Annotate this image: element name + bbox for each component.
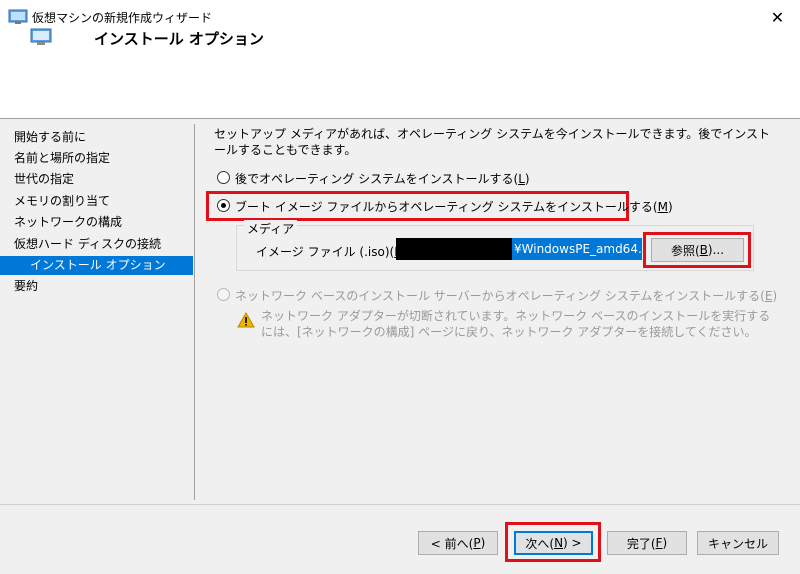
back-button[interactable]: < 前へ(P)	[418, 531, 498, 555]
nav-divider	[194, 124, 195, 500]
radio-install-from-network[interactable]	[217, 288, 230, 301]
nav-item-virtual-hard-disk[interactable]: 仮想ハード ディスクの接続	[0, 235, 193, 254]
next-button[interactable]: 次へ(N) >	[514, 531, 593, 555]
browse-button[interactable]: 参照(B)...	[651, 238, 744, 262]
window-title: 仮想マシンの新規作成ウィザード	[32, 11, 213, 25]
image-file-path-input[interactable]: ¥WindowsPE_amd64.iso	[396, 238, 642, 260]
vm-window-icon	[8, 9, 28, 24]
option-install-later-label[interactable]: 後でオペレーティング システムをインストールする(L)	[235, 170, 530, 187]
redacted-path-segment	[396, 238, 512, 260]
radio-install-later[interactable]	[217, 171, 230, 184]
finish-button[interactable]: 完了(F)	[607, 531, 687, 555]
nav-item-memory[interactable]: メモリの割り当て	[0, 192, 193, 211]
radio-install-from-bootimage[interactable]	[217, 199, 230, 212]
nav-item-generation[interactable]: 世代の指定	[0, 170, 193, 189]
media-legend: メディア	[244, 220, 298, 237]
wizard-steps-nav: 開始する前に 名前と場所の指定 世代の指定 メモリの割り当て ネットワークの構成…	[0, 119, 193, 499]
footer-divider	[0, 504, 800, 505]
cancel-button[interactable]: キャンセル	[697, 531, 779, 555]
nav-item-before-you-begin[interactable]: 開始する前に	[0, 128, 193, 147]
image-file-label: イメージ ファイル (.iso)(I):	[256, 245, 406, 259]
image-file-path-value: ¥WindowsPE_amd64.iso	[514, 242, 642, 256]
nav-item-name-location[interactable]: 名前と場所の指定	[0, 149, 193, 168]
option-bootimage-label[interactable]: ブート イメージ ファイルからオペレーティング システムをインストールする(M)	[235, 198, 673, 215]
nav-item-installation-options[interactable]: インストール オプション	[0, 256, 193, 275]
description-text: セットアップ メディアがあれば、オペレーティング システムを今インストールできま…	[214, 127, 771, 157]
vm-header-icon	[30, 28, 52, 45]
close-button[interactable]: ✕	[755, 0, 800, 34]
option-network-label[interactable]: ネットワーク ベースのインストール サーバーからオペレーティング システムをイン…	[235, 287, 777, 304]
warning-icon	[237, 312, 255, 328]
page-title: インストール オプション	[94, 30, 264, 48]
network-warning-text: ネットワーク アダプターが切断されています。ネットワーク ベースのインストールを…	[261, 309, 771, 339]
nav-item-summary[interactable]: 要約	[0, 277, 193, 296]
nav-item-networking[interactable]: ネットワークの構成	[0, 213, 193, 232]
